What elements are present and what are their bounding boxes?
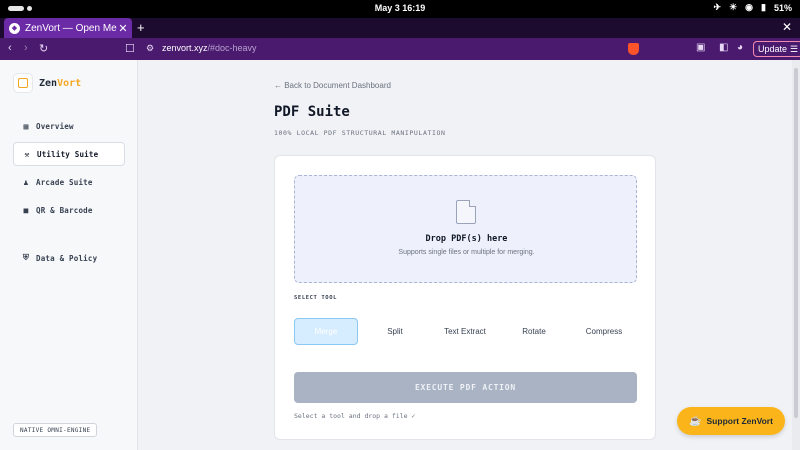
zenvort-logo[interactable]: ZenVort xyxy=(13,73,81,93)
airplane-icon[interactable]: ✈ xyxy=(714,2,722,13)
scrollbar-thumb[interactable] xyxy=(794,68,798,418)
sidebar-toggle-icon[interactable]: ◧ xyxy=(719,42,728,53)
support-zenvort-button[interactable]: ☕ Support ZenVort xyxy=(677,407,785,435)
grid-icon: ▦ xyxy=(23,121,29,131)
coffee-cup-icon: ☕ xyxy=(689,415,702,427)
logo-text: ZenVort xyxy=(39,77,82,89)
menu-icon: ☰ xyxy=(790,43,799,54)
battery-percent: 51% xyxy=(773,2,792,13)
status-message: Select a tool and drop a file ✓ xyxy=(294,412,416,420)
browser-navigation-bar: ‹ › ↻ ☐ ⚙ zenvort.xyz/#doc-heavy ▣ ◧ ◕ U… xyxy=(0,38,800,60)
sidebar-item-label: Overview xyxy=(36,121,74,131)
browser-tab-active[interactable]: ◆ ZenVort — Open Media ✕ xyxy=(4,18,132,38)
dropzone-title: Drop PDF(s) here xyxy=(425,234,508,244)
sidebar: ZenVort ▦ Overview ⚒ Utility Suite ♟ Arc… xyxy=(0,60,138,450)
tool-split-button[interactable]: Split xyxy=(363,318,427,345)
engine-badge: NATIVE OMNI-ENGINE xyxy=(13,423,98,437)
page-scrollbar[interactable] xyxy=(792,60,800,450)
address-bar[interactable]: zenvort.xyz/#doc-heavy xyxy=(162,43,257,53)
url-path: /#doc-heavy xyxy=(207,43,257,53)
tool-compress-button[interactable]: Compress xyxy=(572,318,636,345)
sidebar-item-label: Data & Policy xyxy=(36,253,98,263)
dropzone-subtitle: Supports single files or multiple for me… xyxy=(398,249,535,256)
update-label: Update xyxy=(758,44,788,54)
brightness-icon[interactable]: ☀ xyxy=(729,2,737,13)
site-settings-icon[interactable]: ⚙ xyxy=(146,43,154,54)
tool-selector: Merge Split Text Extract Rotate Compress xyxy=(294,318,637,345)
support-label: Support ZenVort xyxy=(706,416,773,426)
brave-shields-icon[interactable] xyxy=(628,43,639,55)
bookmark-icon[interactable]: ☐ xyxy=(125,42,135,55)
logo-mark-icon xyxy=(13,73,33,93)
sidebar-item-label: Utility Suite xyxy=(37,149,99,159)
os-clock[interactable]: May 3 16:19 xyxy=(0,3,800,13)
sidebar-item-utility-suite[interactable]: ⚒ Utility Suite xyxy=(13,142,125,166)
pdf-dropzone[interactable]: Drop PDF(s) here Supports single files o… xyxy=(294,175,637,283)
shield-icon: ⛨ xyxy=(22,253,30,262)
url-host: zenvort.xyz xyxy=(162,43,208,53)
reload-icon[interactable]: ↻ xyxy=(39,42,48,55)
page-subtitle: 100% LOCAL PDF STRUCTURAL MANIPULATION xyxy=(274,129,446,137)
page-title: PDF Suite xyxy=(274,104,350,120)
sidebar-item-label: QR & Barcode xyxy=(36,205,93,215)
document-icon xyxy=(456,200,476,224)
os-status-bar: May 3 16:19 ✈ ☀ ◉ ▮ 51% xyxy=(0,0,800,18)
sidebar-item-data-policy[interactable]: ⛨ Data & Policy xyxy=(13,246,125,270)
window-close-button[interactable]: ✕ xyxy=(782,20,792,34)
browser-tab-strip: ◆ ZenVort — Open Media ✕ + ✕ xyxy=(0,18,800,38)
sidebar-item-overview[interactable]: ▦ Overview xyxy=(13,114,125,138)
forward-arrow-icon[interactable]: › xyxy=(24,42,28,54)
tool-merge-button[interactable]: Merge xyxy=(294,318,358,345)
back-to-dashboard-link[interactable]: ← Back to Document Dashboard xyxy=(274,81,391,90)
select-tool-label: SELECT TOOL xyxy=(294,295,338,301)
sidebar-item-arcade-suite[interactable]: ♟ Arcade Suite xyxy=(13,170,125,194)
execute-pdf-action-button[interactable]: EXECUTE PDF ACTION xyxy=(294,372,637,403)
qr-icon: ■ xyxy=(23,205,29,215)
sidebar-item-label: Arcade Suite xyxy=(36,177,93,187)
private-mode-icon[interactable]: ◕ xyxy=(737,42,743,53)
new-tab-button[interactable]: + xyxy=(137,20,145,35)
zenvort-favicon-icon: ◆ xyxy=(9,22,20,34)
update-button[interactable]: Update ☰ xyxy=(753,41,800,57)
tab-title: ZenVort — Open Media xyxy=(25,22,117,34)
volume-icon[interactable]: ◉ xyxy=(745,2,753,13)
reader-mode-icon[interactable]: ▣ xyxy=(696,42,705,53)
tool-text-extract-button[interactable]: Text Extract xyxy=(433,318,497,345)
tool-rotate-button[interactable]: Rotate xyxy=(502,318,566,345)
back-arrow-icon[interactable]: ‹ xyxy=(8,42,12,54)
joystick-icon: ♟ xyxy=(23,177,29,187)
tab-close-icon[interactable]: ✕ xyxy=(117,22,129,35)
battery-icon[interactable]: ▮ xyxy=(761,2,766,13)
tools-icon: ⚒ xyxy=(24,149,30,159)
pdf-tool-card: Drop PDF(s) here Supports single files o… xyxy=(274,155,656,440)
sidebar-item-qr-barcode[interactable]: ■ QR & Barcode xyxy=(13,198,125,222)
